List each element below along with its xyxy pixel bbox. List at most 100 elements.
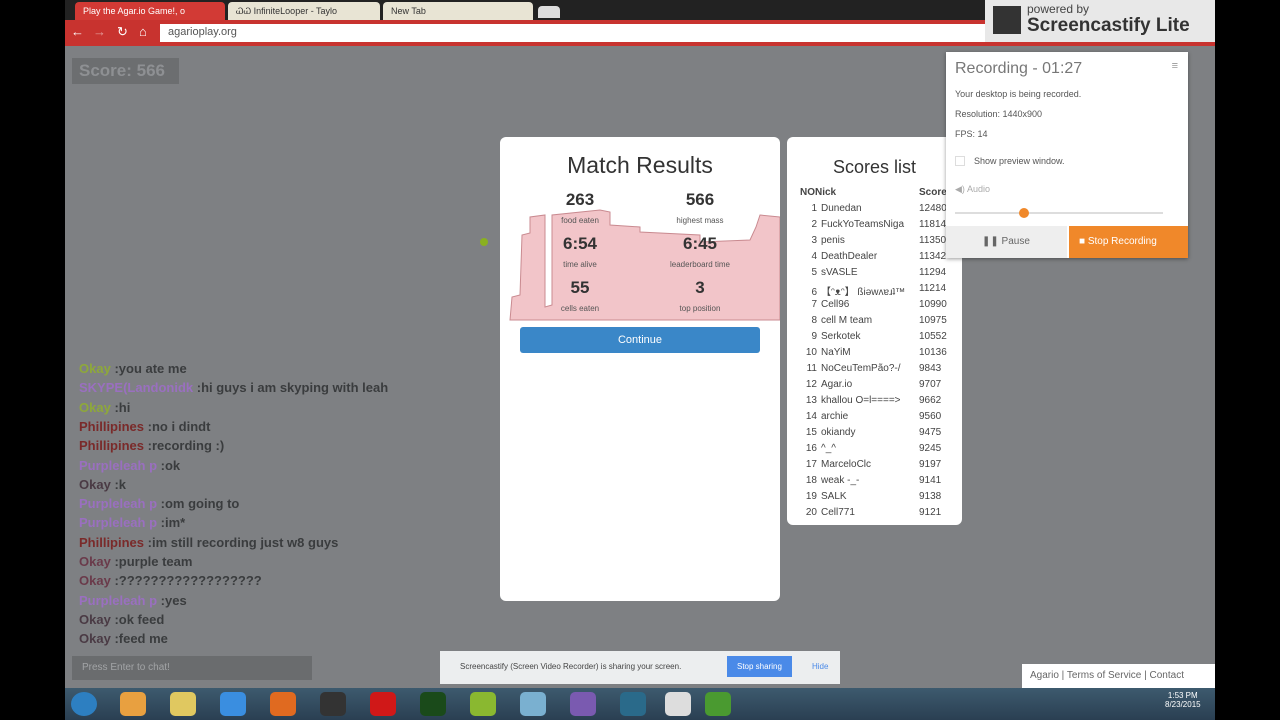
score-row: 5 sVASLE 11294 (811, 267, 947, 278)
start-button[interactable] (71, 692, 97, 716)
pause-button[interactable]: ❚❚ Pause (946, 226, 1067, 258)
resolution: Resolution: 1440x900 (955, 109, 1043, 119)
stat-top-position: 3 top position (679, 278, 721, 313)
reload-icon[interactable]: ↻ (117, 24, 128, 40)
terms-link[interactable]: Terms of Service (1067, 670, 1141, 681)
audio-label: ◀) Audio (955, 184, 990, 194)
contact-link[interactable]: Contact (1150, 670, 1184, 681)
food-pellet (480, 238, 488, 246)
score-row: 19 SALK 9138 (805, 491, 942, 502)
stat-food-eaten: 263 food eaten (561, 190, 599, 225)
chat-message: Purpleleah p :ok (79, 457, 181, 473)
screen: Play the Agar.io Game!, o ᏇᏇ InfiniteLoo… (65, 0, 1215, 720)
stat-leaderboard-time: 6:45 leaderboard time (669, 234, 731, 269)
score-row: 9 Serkotek 10552 (811, 331, 947, 342)
hide-link[interactable]: Hide (812, 662, 828, 671)
tab-new-tab[interactable]: New Tab (383, 2, 533, 20)
score-row: 17 MarceloClc 9197 (805, 459, 942, 470)
chat-message: Okay :you ate me (79, 361, 187, 376)
chat-message: Purpleleah p :im* (79, 515, 186, 531)
score-row: 1 Dunedan 12480 (811, 203, 947, 214)
scores-header: NONick Score (800, 187, 947, 198)
score-row: 16 ^_^ 9245 (805, 443, 942, 454)
score-row: 3 penis 11350 (811, 235, 947, 246)
taskbar: 1:53 PM 8/23/2015 (65, 688, 1215, 720)
chat-message: Okay :ok feed (79, 611, 165, 627)
ie-icon[interactable] (220, 692, 246, 716)
brand-name: Screencastify Lite (1027, 15, 1190, 36)
chat-input[interactable]: Press Enter to chat! (72, 656, 312, 680)
recording-desc: Your desktop is being recorded. (955, 89, 1082, 99)
stop-sharing-button[interactable]: Stop sharing (727, 656, 792, 677)
match-title: Match Results (567, 152, 713, 178)
chat-message: Okay :feed me (79, 631, 168, 647)
chat-message: Phillipines :im still recording just w8 … (79, 534, 339, 550)
powered-by: powered by (1027, 2, 1090, 16)
footer-links: Agario | Terms of Service | Contact (1022, 664, 1215, 688)
media-player-icon[interactable] (120, 692, 146, 716)
recorder-popup: Recording - 01:27 ≡ Your desktop is bein… (946, 52, 1188, 258)
score-row: 2 FuckYoTeamsNiga 11814 (811, 219, 947, 230)
recording-timer: Recording - 01:27 (955, 60, 1083, 77)
scores-list-panel: Scores list NONick Score 1 Dunedan 12480 2 Fu… (787, 137, 962, 525)
audio-slider-handle[interactable] (1018, 208, 1029, 218)
forward-icon[interactable]: → (93, 24, 106, 39)
score-row: 6 【ᵔᴥᵔ】 ßiǝwʌɐɹʇ™ 11214 (811, 283, 947, 298)
score-row: 12 Agar.io 9707 (805, 379, 942, 390)
score-row: 8 cell M team 10975 (811, 315, 947, 326)
stat-highest-mass: 566 highest mass (676, 190, 724, 225)
back-icon[interactable]: ← (71, 24, 84, 39)
viber-icon[interactable] (570, 692, 596, 716)
chat-message: Okay :k (79, 476, 126, 492)
score-row: 10 NaYiM 10136 (805, 347, 947, 358)
score-row: 7 Cell96 10990 (811, 299, 947, 310)
chat-message: Purpleleah p :yes (79, 592, 187, 608)
new-tab-button[interactable] (538, 6, 560, 18)
pause-icon: ❚❚ (982, 236, 1002, 247)
file-explorer-icon[interactable] (170, 692, 196, 716)
score-row: 4 DeathDealer 11342 (811, 251, 947, 262)
match-results-panel: Match Results 263 food eaten 566 highest m… (500, 137, 780, 601)
score-row: 13 khallou O=l====> 9662 (805, 395, 942, 406)
preview-checkbox[interactable] (955, 156, 965, 166)
app-icon[interactable] (320, 692, 346, 716)
score-row: 18 weak -_- 9141 (805, 475, 942, 486)
chat-message: Purpleleah p :om going to (79, 496, 240, 512)
speaker-icon: ◀) (955, 184, 967, 194)
share-text: Screencastify (Screen Video Recorder) is… (460, 662, 682, 671)
screencastify-logo: powered by Screencastify Lite (985, 0, 1215, 42)
chat-message: Okay :?????????????????? (79, 573, 262, 589)
razer-icon[interactable] (420, 692, 446, 716)
steam-icon[interactable] (620, 692, 646, 716)
menu-icon[interactable]: ≡ (1172, 60, 1178, 72)
film-icon (993, 6, 1021, 34)
clock[interactable]: 1:53 PM 8/23/2015 (1165, 691, 1201, 709)
tab-infinitelooper[interactable]: ᏇᏇ InfiniteLooper - Taylo (228, 2, 380, 20)
stop-icon: ■ (1079, 236, 1088, 247)
chat-message: Okay :hi (79, 399, 131, 415)
fps: FPS: 14 (955, 129, 988, 139)
stat-cells-eaten: 55 cells eaten (560, 278, 600, 313)
app2-icon[interactable] (520, 692, 546, 716)
tab-agario[interactable]: Play the Agar.io Game!, o (75, 2, 225, 20)
score-row: 15 okiandy 9475 (805, 427, 942, 438)
preview-label: Show preview window. (974, 156, 1065, 166)
chat-message: SKYPE(Landonidk :hi guys i am skyping wi… (79, 380, 389, 396)
score-row: 20 Cell771 9121 (805, 507, 942, 518)
chat-message: Phillipines :no i dindt (79, 418, 211, 434)
audio-slider[interactable] (955, 212, 1163, 214)
bluestacks-icon[interactable] (470, 692, 496, 716)
continue-button[interactable]: Continue (520, 327, 760, 353)
home-icon[interactable]: ⌂ (139, 24, 147, 39)
chat-message: Okay :purple team (79, 554, 193, 569)
score-row: 14 archie 9560 (805, 411, 942, 422)
agario-link[interactable]: Agario (1030, 670, 1059, 681)
opera-icon[interactable] (370, 692, 396, 716)
score-row: 11 NoCeuTemPão?-/9843 (806, 363, 942, 374)
utorrent-icon[interactable] (705, 692, 731, 716)
firefox-icon[interactable] (270, 692, 296, 716)
stat-time-alive: 6:54 time alive (562, 234, 598, 269)
score-display: Score: 566 (72, 58, 179, 84)
stop-recording-button[interactable]: ■ Stop Recording (1069, 226, 1188, 258)
chrome-icon[interactable] (665, 692, 691, 716)
